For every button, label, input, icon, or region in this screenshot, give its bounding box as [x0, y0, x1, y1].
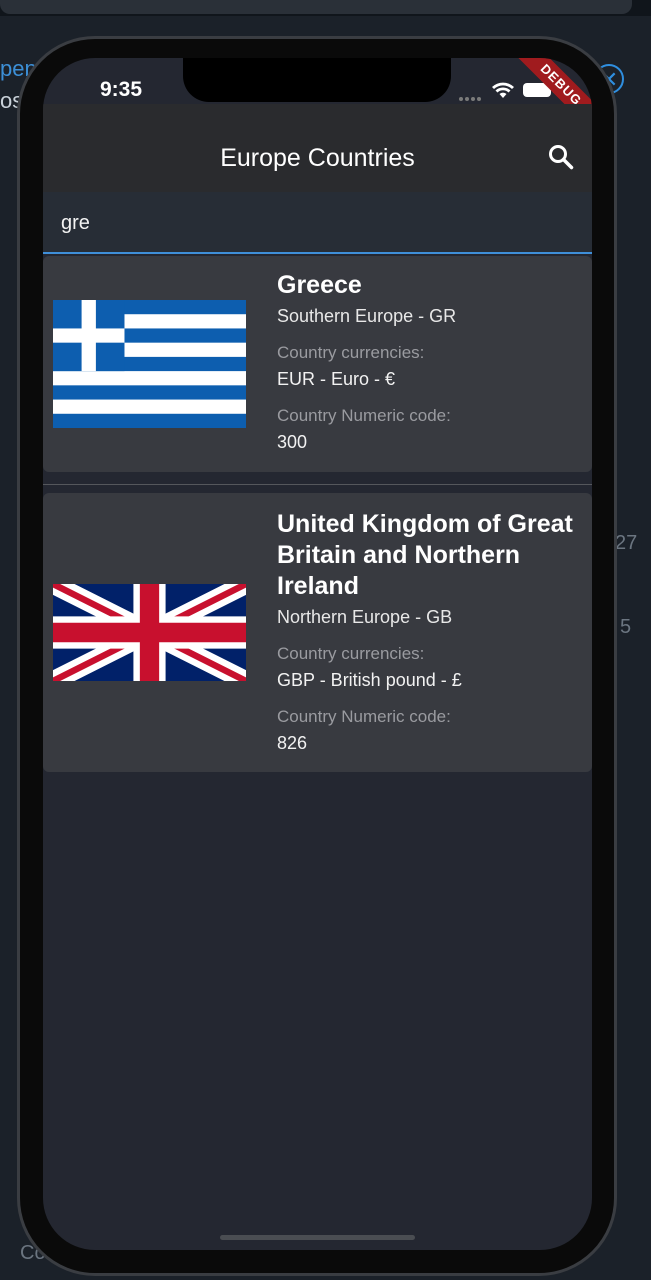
- country-name: Greece: [277, 271, 362, 299]
- wifi-icon: [492, 82, 514, 98]
- editor-number: 27: [615, 532, 638, 554]
- currencies-label: Country currencies:: [277, 644, 425, 663]
- country-info: Greece Southern Europe - GR Country curr…: [277, 270, 577, 453]
- numeric-code-label: Country Numeric code:: [277, 406, 451, 425]
- signal-icon: [459, 88, 483, 101]
- editor-top-bar: [0, 0, 651, 16]
- numeric-code-value: 300: [277, 432, 308, 452]
- currencies-value: GBP - British pound - £: [277, 670, 462, 690]
- search-field[interactable]: [43, 192, 592, 254]
- home-indicator[interactable]: [220, 1235, 415, 1240]
- country-info: United Kingdom of Great Britain and Nort…: [277, 509, 577, 754]
- uk-flag-icon: [53, 584, 246, 681]
- phone-screen: 9:35 DEBUG Europe Countries Greece: [43, 58, 592, 1250]
- search-input[interactable]: [61, 208, 561, 238]
- country-region: Northern Europe - GB: [277, 607, 453, 627]
- currencies-value: EUR - Euro - €: [277, 369, 396, 389]
- currencies-label: Country currencies:: [277, 343, 425, 362]
- phone-notch: [183, 58, 451, 102]
- numeric-code-label: Country Numeric code:: [277, 707, 451, 726]
- greece-flag-icon: [53, 300, 246, 428]
- country-region: Southern Europe - GR: [277, 306, 457, 326]
- numeric-code-value: 826: [277, 733, 308, 753]
- app-bar: Europe Countries: [43, 104, 592, 192]
- list-divider: [43, 484, 592, 485]
- country-card-greece[interactable]: Greece Southern Europe - GR Country curr…: [43, 256, 592, 472]
- country-card-united-kingdom[interactable]: United Kingdom of Great Britain and Nort…: [43, 493, 592, 772]
- status-time: 9:35: [100, 78, 143, 101]
- search-icon[interactable]: [548, 144, 574, 170]
- country-name: United Kingdom of Great Britain and Nort…: [277, 510, 573, 600]
- editor-number: 5: [620, 616, 632, 638]
- app-title: Europe Countries: [220, 144, 415, 172]
